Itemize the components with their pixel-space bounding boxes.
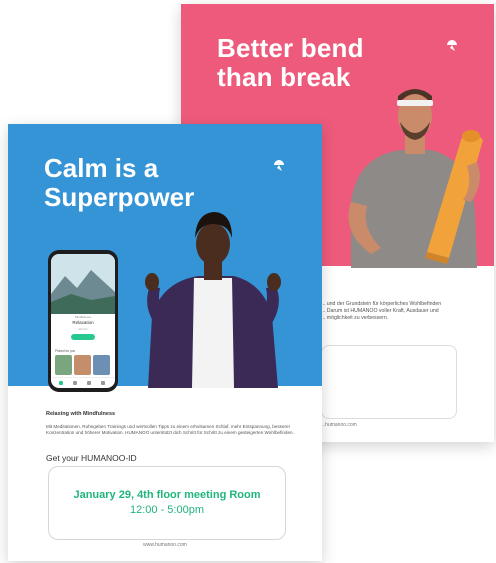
- phone-category: Mindfulness: [74, 315, 91, 319]
- meditating-man-image: [145, 212, 281, 388]
- humanoo-logo-icon: [274, 160, 284, 171]
- front-title-line1: Calm is a: [44, 153, 159, 183]
- event-box: January 29, 4th floor meeting Room 12:00…: [48, 466, 286, 540]
- event-date-location: January 29, 4th floor meeting Room: [73, 489, 261, 501]
- back-flyer-url: ...humanoo.com: [321, 422, 357, 428]
- back-text-line2: ... Darum ist HUMANOO voller Kraft, Ausd…: [321, 308, 439, 314]
- humanoo-logo-icon: [447, 40, 457, 51]
- phone-section-label: Picked for you: [55, 349, 76, 353]
- phone-start-button: [71, 334, 95, 340]
- phone-screen: Mindfulness Relaxation 10 min Picked for…: [51, 254, 115, 388]
- back-text-line1: ... und der Grundstein für körperliches …: [321, 301, 442, 307]
- phone-tab-icon: [59, 381, 63, 385]
- phone-session-sub: 10 min: [78, 327, 88, 331]
- front-flyer-url: www.humanoo.com: [143, 542, 187, 548]
- back-text-line3: ... möglichkeit zu verbessern.: [321, 315, 389, 321]
- phone-thumb: [93, 355, 110, 375]
- front-flyer: Calm is a Superpower Mindfulness Relaxat…: [8, 124, 322, 561]
- phone-tab-icon: [87, 381, 91, 385]
- yoga-man-image: [348, 89, 483, 268]
- front-flyer-hero: Calm is a Superpower Mindfulness Relaxat…: [8, 124, 322, 392]
- phone-tab-bar: [51, 377, 115, 388]
- back-flyer-body-text: ... und der Grundstein für körperliches …: [321, 301, 481, 322]
- back-title-line1: Better bend: [217, 33, 364, 63]
- get-id-label: Get your HUMANOO-ID: [46, 453, 137, 463]
- phone-thumb: [55, 355, 72, 375]
- phone-thumb: [74, 355, 91, 375]
- phone-tab-icon: [73, 381, 77, 385]
- phone-tab-icon: [101, 381, 105, 385]
- event-time: 12:00 - 5:00pm: [130, 504, 204, 516]
- phone-mockup: Mindfulness Relaxation 10 min Picked for…: [48, 250, 118, 392]
- front-flyer-heading: Relaxing with Mindfulness: [46, 411, 116, 417]
- phone-landscape-image: [51, 254, 115, 314]
- front-flyer-body: Mit Meditationen, Ruhegeben Trainings un…: [46, 424, 294, 436]
- back-flyer-event-box: [321, 345, 457, 419]
- phone-session-name: Relaxation: [72, 320, 94, 325]
